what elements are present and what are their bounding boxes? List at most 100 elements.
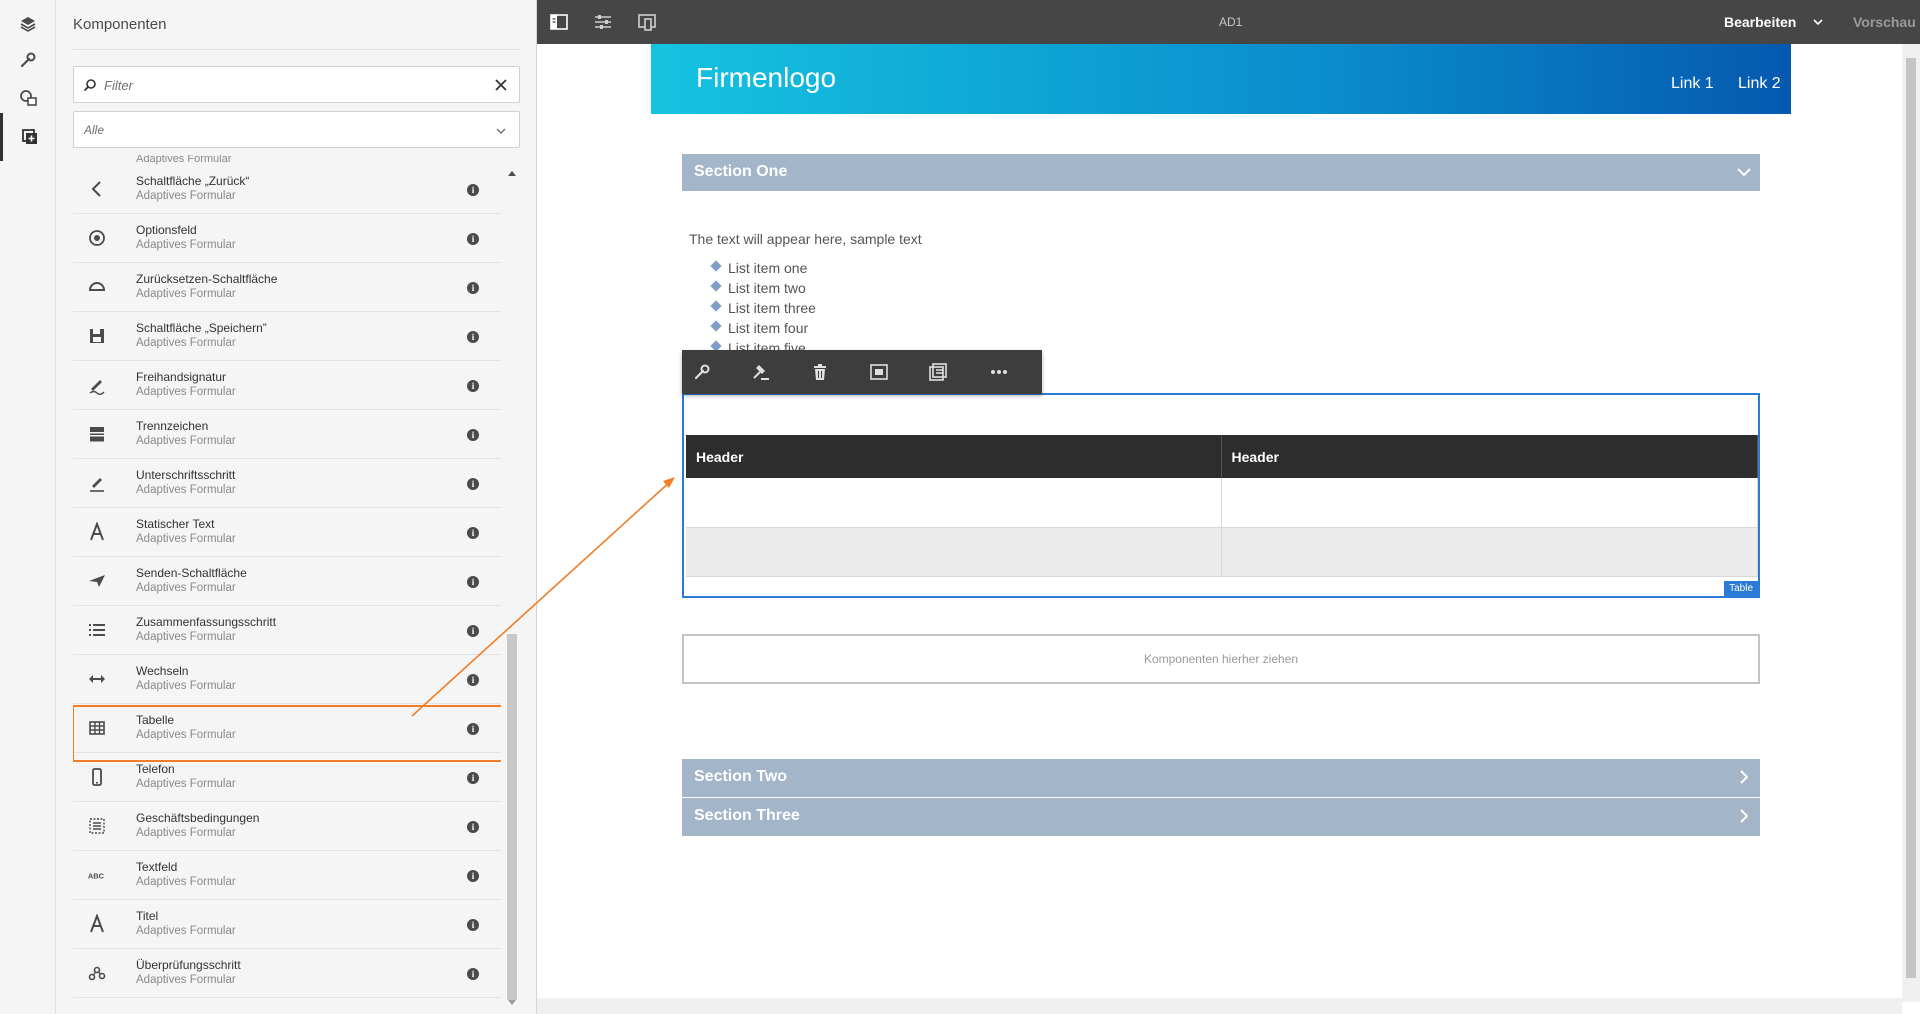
components-add-icon: [21, 129, 37, 144]
left-rail: [0, 0, 56, 1014]
drop-zone-label: Komponenten hierher ziehen: [1143, 652, 1299, 666]
item-subtitle: Adaptives Formular: [136, 239, 236, 251]
info-icon[interactable]: i: [467, 478, 479, 490]
list-item[interactable]: Zurücksetzen-Schaltfläche Adaptives Form…: [73, 263, 501, 312]
table-cell[interactable]: [686, 527, 1222, 577]
toggle-side-panel-button[interactable]: [547, 10, 571, 34]
item-subtitle: Adaptives Formular: [136, 190, 236, 202]
group-select[interactable]: Alle: [73, 111, 520, 148]
table-cell[interactable]: [1221, 478, 1758, 528]
table-component-selected[interactable]: Header Header Table: [682, 393, 1760, 598]
table-header-cell[interactable]: Header: [686, 435, 1222, 478]
scroll-down-arrow-icon[interactable]: [505, 998, 519, 1008]
rule-editor-button[interactable]: [750, 361, 772, 383]
emulator-button[interactable]: [635, 10, 659, 34]
data-table: Header Header: [686, 435, 1758, 577]
sign-step-icon: [90, 478, 104, 492]
page-properties-button[interactable]: [591, 10, 615, 34]
list-item[interactable]: Optionsfeld Adaptives Formular i: [73, 214, 501, 263]
list-item[interactable]: Unterschriftsschritt Adaptives Formular …: [73, 459, 501, 508]
info-icon[interactable]: i: [467, 233, 479, 245]
company-logo[interactable]: Firmenlogo: [696, 62, 836, 94]
info-icon[interactable]: i: [467, 576, 479, 588]
components-list: Schaltfläche „Zurück“ Adaptives Formular…: [73, 165, 501, 1014]
item-subtitle: Adaptives Formular: [136, 974, 236, 986]
list-item[interactable]: Freihandsignatur Adaptives Formular i: [73, 361, 501, 410]
table-cell[interactable]: [1221, 527, 1758, 577]
configure-button[interactable]: [691, 361, 713, 383]
list-item[interactable]: Senden-Schaltfläche Adaptives Formular i: [73, 557, 501, 606]
clipped-item-subtitle: Adaptives Formular: [136, 155, 232, 165]
list-item[interactable]: ABC Textfeld Adaptives Formular i: [73, 851, 501, 900]
item-name: Senden-Schaltfläche: [136, 566, 247, 580]
section-one-header[interactable]: Section One: [682, 154, 1760, 191]
terms-icon: [89, 818, 105, 834]
list-item[interactable]: Schaltfläche „Speichern” Adaptives Formu…: [73, 312, 501, 361]
device-emulator-icon: [638, 14, 656, 31]
canvas-scrollbar-thumb[interactable]: [1906, 58, 1916, 978]
close-icon[interactable]: [492, 76, 510, 94]
list-item[interactable]: Zusammenfassungsschritt Adaptives Formul…: [73, 606, 501, 655]
item-name: Optionsfeld: [136, 223, 197, 237]
info-icon[interactable]: i: [467, 380, 479, 392]
item-subtitle: Adaptives Formular: [136, 778, 236, 790]
item-subtitle: Adaptives Formular: [136, 435, 236, 447]
list-icon: [89, 624, 105, 636]
filter-field[interactable]: [73, 66, 520, 103]
replace-button[interactable]: [868, 361, 890, 383]
save-as-fragment-button[interactable]: [927, 361, 949, 383]
list-item[interactable]: Geschäftsbedingungen Adaptives Formular …: [73, 802, 501, 851]
info-icon[interactable]: i: [467, 968, 479, 980]
chevron-down-icon: [1737, 168, 1751, 177]
table-cell[interactable]: [686, 478, 1222, 528]
info-icon[interactable]: i: [467, 870, 479, 882]
list-item[interactable]: Trennzeichen Adaptives Formular i: [73, 410, 501, 459]
canvas-horizontal-scrollbar[interactable]: [537, 998, 1902, 1014]
item-name: Zusammenfassungsschritt: [136, 615, 277, 629]
item-name: Wechseln: [136, 664, 189, 678]
list-item[interactable]: Überprüfungsschritt Adaptives Formular i: [73, 949, 501, 998]
info-icon[interactable]: i: [467, 821, 479, 833]
components-button[interactable]: [0, 113, 56, 161]
nav-link-2[interactable]: Link 2: [1738, 75, 1781, 93]
list-item[interactable]: Wechseln Adaptives Formular i: [73, 655, 501, 704]
abc-icon: ABC: [88, 871, 105, 880]
list-item[interactable]: Telefon Adaptives Formular i: [73, 753, 501, 802]
info-icon[interactable]: i: [467, 282, 479, 294]
info-icon[interactable]: i: [467, 184, 479, 196]
list-item[interactable]: Statischer Text Adaptives Formular i: [73, 508, 501, 557]
list-item-table-highlighted[interactable]: Tabelle Adaptives Formular i: [73, 704, 501, 762]
item-name: Telefon: [136, 762, 175, 776]
table-header-cell[interactable]: Header: [1221, 435, 1758, 478]
more-actions-button[interactable]: [988, 361, 1010, 383]
info-icon[interactable]: i: [467, 625, 479, 637]
site-header: Firmenlogo Link 1 Link 2: [651, 44, 1791, 114]
preview-button[interactable]: Vorschau: [1853, 14, 1916, 30]
filter-input[interactable]: [104, 75, 474, 95]
list-item[interactable]: Titel Adaptives Formular i: [73, 900, 501, 949]
sliders-icon: [595, 15, 611, 29]
info-icon[interactable]: i: [467, 772, 479, 784]
info-icon[interactable]: i: [467, 723, 479, 735]
scroll-up-arrow-icon[interactable]: [505, 168, 519, 178]
send-icon: [89, 575, 105, 587]
list-item[interactable]: Schaltfläche „Zurück“ Adaptives Formular…: [73, 165, 501, 214]
page-name: AD1: [1219, 15, 1243, 29]
section-three-header[interactable]: Section Three: [682, 798, 1760, 836]
section-two-header[interactable]: Section Two: [682, 759, 1760, 797]
nav-link-1[interactable]: Link 1: [1671, 75, 1714, 93]
info-icon[interactable]: i: [467, 919, 479, 931]
edit-mode-dropdown[interactable]: Bearbeiten: [1724, 14, 1823, 30]
svg-text:ABC: ABC: [88, 871, 105, 880]
panel-scrollbar-thumb[interactable]: [507, 634, 517, 1000]
info-icon[interactable]: i: [467, 331, 479, 343]
chevron-down-icon: [1813, 19, 1823, 26]
delete-button[interactable]: [809, 361, 831, 383]
item-name: Freihandsignatur: [136, 370, 227, 384]
canvas-vertical-scrollbar[interactable]: [1902, 44, 1920, 1002]
info-icon[interactable]: i: [467, 429, 479, 441]
info-icon[interactable]: i: [467, 527, 479, 539]
save-icon: [90, 329, 104, 343]
info-icon[interactable]: i: [467, 674, 479, 686]
drop-zone[interactable]: Komponenten hierher ziehen: [682, 634, 1760, 684]
